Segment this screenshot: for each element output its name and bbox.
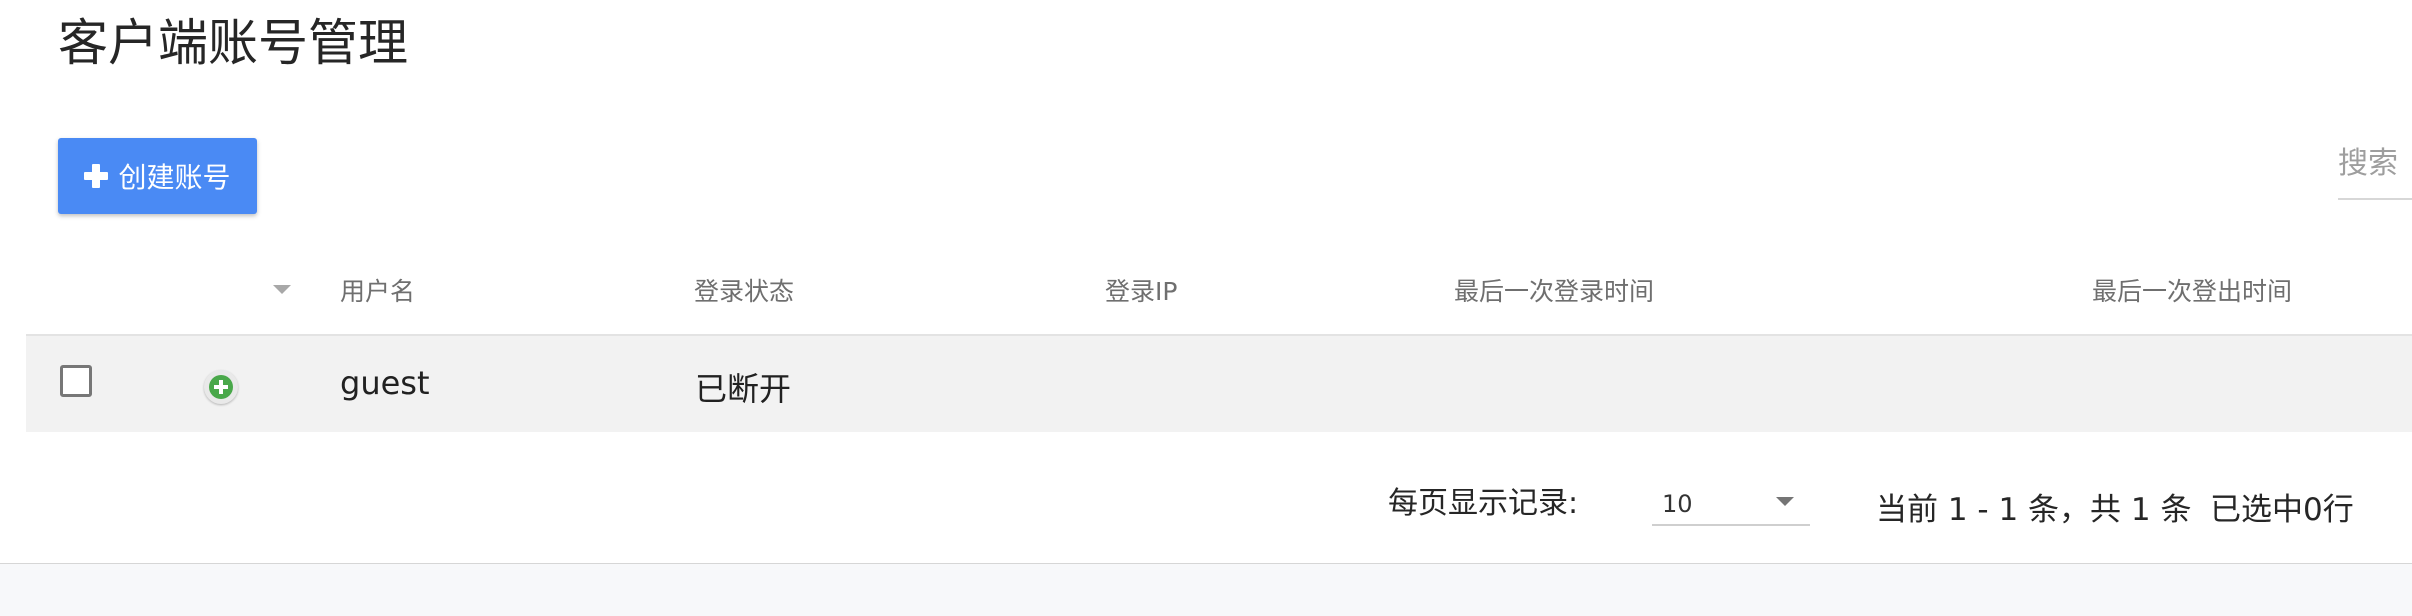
- create-account-button[interactable]: 创建账号: [58, 138, 257, 214]
- pagination-range-text: 当前 1 - 1 条，共 1 条: [1876, 492, 2192, 528]
- selected-count-text: 已选中0行: [2210, 492, 2354, 528]
- column-header-login-ip[interactable]: 登录IP: [1105, 272, 1177, 308]
- green-plus-circle-icon[interactable]: [204, 370, 238, 404]
- search-input[interactable]: [2338, 138, 2412, 188]
- page-size-select[interactable]: 10: [1652, 478, 1810, 526]
- column-header-last-login-time[interactable]: 最后一次登录时间: [1454, 272, 1654, 308]
- column-header-login-status[interactable]: 登录状态: [694, 272, 794, 308]
- sort-caret-icon[interactable]: [273, 285, 291, 294]
- cell-username: guest: [340, 364, 430, 402]
- table-header: 用户名 登录状态 登录IP 最后一次登录时间 最后一次登出时间: [26, 250, 2412, 336]
- page-title: 客户端账号管理: [58, 14, 408, 72]
- cell-login-status: 已断开: [695, 370, 792, 408]
- page-size-label: 每页显示记录:: [1388, 486, 1579, 521]
- column-header-username[interactable]: 用户名: [340, 272, 415, 308]
- chevron-down-icon: [1776, 497, 1794, 506]
- page-size-value: 10: [1662, 490, 1693, 518]
- table-row[interactable]: guest 已断开: [26, 336, 2412, 432]
- row-checkbox[interactable]: [60, 365, 92, 397]
- create-account-label: 创建账号: [118, 161, 231, 194]
- account-management-panel: 客户端账号管理 创建账号 用户名 登录状态 登录IP 最后一次登录时间 最后一次…: [0, 0, 2412, 564]
- page-background: [0, 564, 2412, 616]
- search-field[interactable]: [2338, 138, 2412, 200]
- column-header-last-logout-time[interactable]: 最后一次登出时间: [2092, 272, 2292, 308]
- plus-icon: [84, 164, 109, 188]
